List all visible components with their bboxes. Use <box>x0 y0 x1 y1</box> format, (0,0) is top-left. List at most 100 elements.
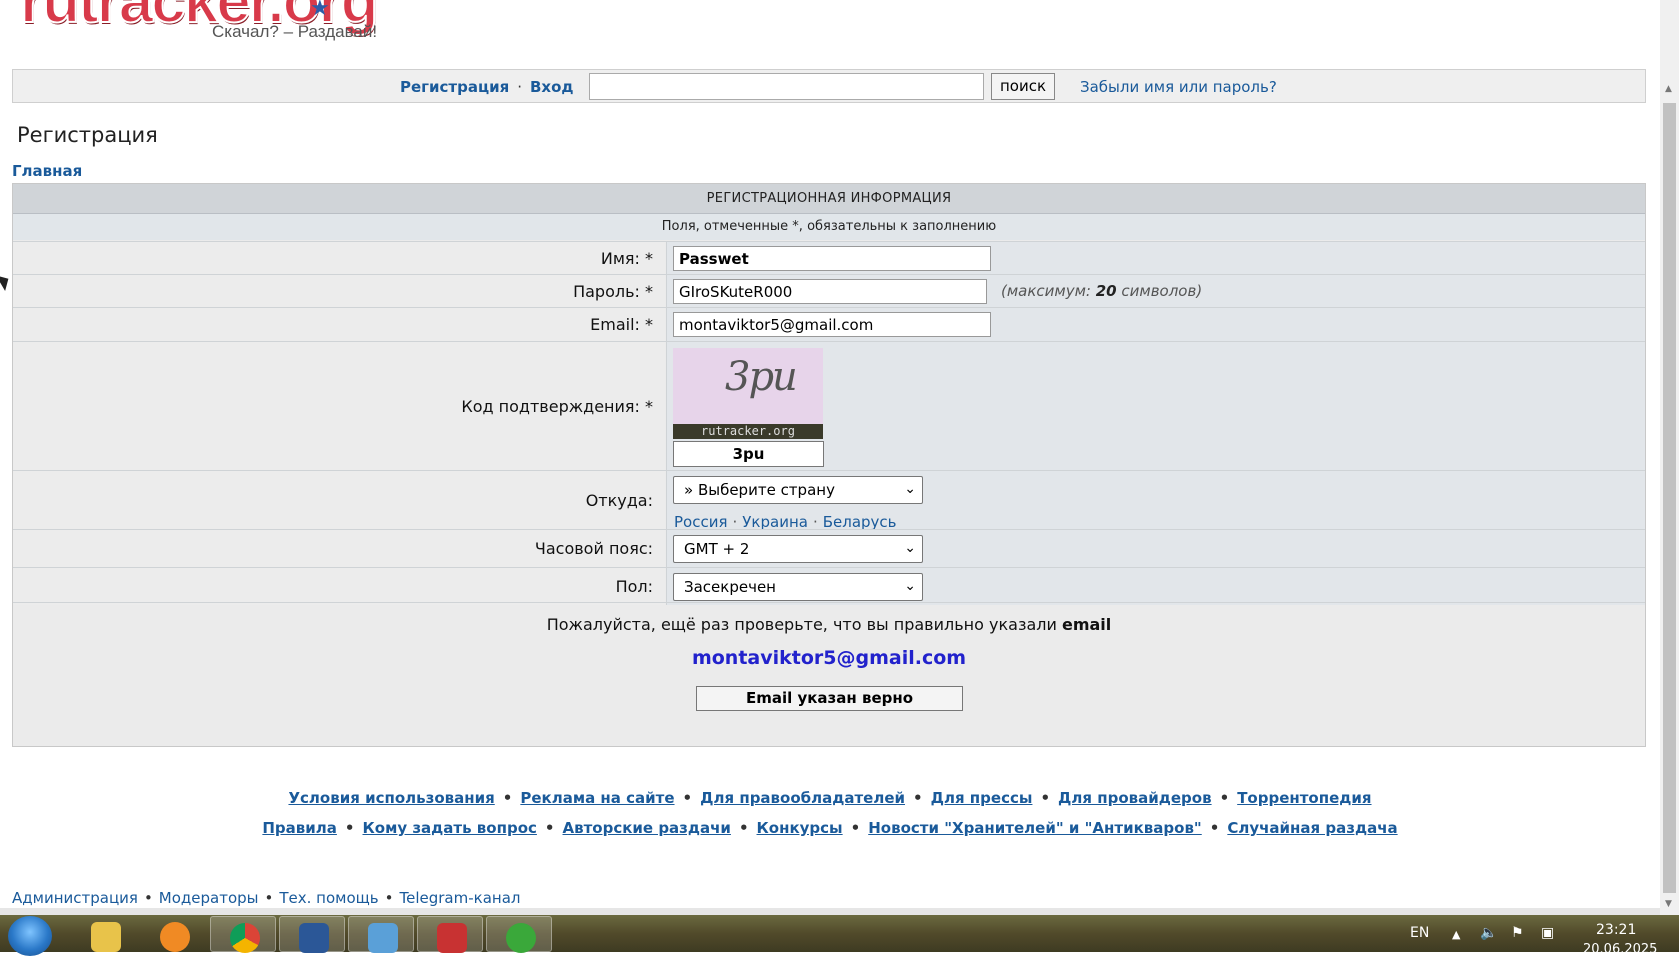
password-hint: (максимум: 20 символов) <box>1001 282 1203 300</box>
taskbar-item-chrome[interactable] <box>210 916 276 953</box>
separator-dot: · <box>517 78 522 96</box>
auth-links: Регистрация · Вход <box>400 78 574 96</box>
breadcrumb-home[interactable]: Главная <box>12 162 82 180</box>
footer-link-telegram[interactable]: Telegram-канал <box>400 889 521 907</box>
footer-link-random-release[interactable]: Случайная раздача <box>1227 819 1397 837</box>
row-password: Пароль: * (максимум: 20 символов) <box>13 274 1645 307</box>
row-captcha: Код подтверждения: * 3pu rutracker.org 3… <box>13 341 1645 470</box>
footer-link-torrentopedia[interactable]: Торрентопедия <box>1237 789 1371 807</box>
footer-link-moderators[interactable]: Модераторы <box>159 889 259 907</box>
separator-dot: • <box>850 819 861 837</box>
confirm-email-button[interactable]: Email указан верно <box>696 686 963 711</box>
scroll-down-icon[interactable]: ▼ <box>1665 899 1672 909</box>
footer-link-ask[interactable]: Кому задать вопрос <box>363 819 537 837</box>
row-country: Откуда: » Выберите страну ⌄ Россия · Украи… <box>13 470 1645 531</box>
separator-dot: • <box>264 889 274 907</box>
windows-taskbar: EN ▲ 🔈 ⚑ ▣ 23:21 20.06.2025 <box>0 915 1679 957</box>
email-confirmation: Пожалуйста, ещё раз проверьте, что вы пр… <box>13 602 1645 748</box>
footer-link-terms[interactable]: Условия использования <box>288 789 494 807</box>
start-icon[interactable] <box>8 916 52 956</box>
chevron-down-icon: ⌄ <box>904 540 916 556</box>
search-button[interactable]: поиск <box>991 73 1055 100</box>
footer-link-providers[interactable]: Для провайдеров <box>1058 789 1212 807</box>
footer-link-press[interactable]: Для прессы <box>931 789 1033 807</box>
taskbar-clock[interactable]: 23:21 <box>1596 922 1636 938</box>
gender-select-value: Засекречен <box>684 578 776 596</box>
name-label: Имя: * <box>13 242 665 274</box>
footer-link-administration[interactable]: Администрация <box>12 889 138 907</box>
footer-links-row1: Условия использования • Реклама на сайте • Д… <box>0 789 1660 807</box>
toolbox-icon <box>437 923 467 953</box>
footer-link-keepers-news[interactable]: Новости "Хранителей" и "Антикваров" <box>868 819 1202 837</box>
footer-link-rules[interactable]: Правила <box>262 819 337 837</box>
action-center-flag-icon[interactable]: ⚑ <box>1511 925 1524 941</box>
captcha-picture: 3pu <box>673 348 823 424</box>
mouse-cursor-icon <box>0 270 13 292</box>
footer-link-author-releases[interactable]: Авторские раздачи <box>563 819 731 837</box>
row-name: Имя: * <box>13 241 1645 274</box>
register-link[interactable]: Регистрация <box>400 78 509 96</box>
utorrent-icon <box>506 923 536 953</box>
separator-dot: • <box>682 789 693 807</box>
separator-dot: • <box>384 889 394 907</box>
separator-dot: • <box>502 789 513 807</box>
row-timezone: Часовой пояс: GMT + 2 ⌄ <box>13 529 1645 567</box>
footer-link-ads[interactable]: Реклама на сайте <box>520 789 674 807</box>
name-input[interactable] <box>673 246 991 271</box>
footer-link-contests[interactable]: Конкурсы <box>757 819 843 837</box>
email-input[interactable] <box>673 312 991 337</box>
site-logo[interactable]: rutracker.org ★ Скачал? – Раздавай! <box>12 0 432 48</box>
row-email: Email: * <box>13 307 1645 341</box>
timezone-select[interactable]: GMT + 2 ⌄ <box>673 535 923 563</box>
captcha-cell: 3pu rutracker.org 3pu <box>666 342 1645 470</box>
media-player-icon <box>160 922 190 952</box>
confirm-message: Пожалуйста, ещё раз проверьте, что вы пр… <box>546 615 1112 634</box>
separator-dot: • <box>1209 819 1220 837</box>
timezone-cell: GMT + 2 ⌄ <box>666 530 1645 567</box>
folder-icon <box>91 922 121 952</box>
language-indicator[interactable]: EN <box>1410 925 1429 941</box>
horizontal-scrollbar[interactable] <box>0 908 1660 915</box>
page-title: Регистрация <box>17 123 158 147</box>
captcha-glyphs: 3pu <box>725 354 798 400</box>
taskbar-item-control-panel[interactable] <box>348 916 414 953</box>
password-input[interactable] <box>673 279 987 304</box>
network-icon[interactable]: ▣ <box>1541 925 1554 941</box>
captcha-input[interactable]: 3pu <box>673 441 824 467</box>
separator-dot: • <box>913 789 923 807</box>
country-label: Откуда: <box>13 471 665 529</box>
forgot-password-link[interactable]: Забыли имя или пароль? <box>1080 78 1277 96</box>
confirm-email: montaviktor5@gmail.com <box>691 647 967 669</box>
taskbar-item-media[interactable] <box>141 916 207 952</box>
gender-label: Пол: <box>13 568 665 605</box>
taskbar-item-utorrent[interactable] <box>486 916 552 953</box>
taskbar-date[interactable]: 20.06.2025 <box>1583 942 1657 957</box>
vertical-scrollbar[interactable]: ▲ ▼ <box>1660 0 1679 915</box>
scroll-thumb[interactable] <box>1663 103 1676 893</box>
timezone-label: Часовой пояс: <box>13 530 665 567</box>
separator-dot: • <box>1219 789 1230 807</box>
tray-expand-icon[interactable]: ▲ <box>1452 928 1460 941</box>
country-select[interactable]: » Выберите страну ⌄ <box>673 476 923 504</box>
country-select-value: » Выберите страну <box>684 481 835 499</box>
form-header: РЕГИСТРАЦИОННАЯ ИНФОРМАЦИЯ <box>13 184 1645 214</box>
email-label: Email: * <box>13 308 665 341</box>
taskbar-item-explorer[interactable] <box>72 916 138 952</box>
chrome-icon <box>230 923 260 953</box>
chevron-down-icon: ⌄ <box>904 481 916 497</box>
search-input[interactable] <box>589 73 984 100</box>
separator-dot: • <box>544 819 555 837</box>
email-cell <box>666 308 1645 341</box>
gender-select[interactable]: Засекречен ⌄ <box>673 573 923 601</box>
login-link[interactable]: Вход <box>530 78 574 96</box>
separator-dot: • <box>738 819 749 837</box>
taskbar-item-toolbox[interactable] <box>417 916 483 953</box>
footer-link-rightholders[interactable]: Для правообладателей <box>700 789 905 807</box>
taskbar-item-word[interactable] <box>279 916 345 953</box>
scroll-up-icon[interactable]: ▲ <box>1665 84 1672 94</box>
footer-link-tech-help[interactable]: Тех. помощь <box>279 889 378 907</box>
registration-form: РЕГИСТРАЦИОННАЯ ИНФОРМАЦИЯ Поля, отмечен… <box>12 183 1646 747</box>
captcha-image: 3pu rutracker.org <box>673 348 823 439</box>
volume-icon[interactable]: 🔈 <box>1480 925 1497 941</box>
footer-links-row3: Администрация • Модераторы • Тех. помощь • Tel… <box>12 889 520 907</box>
